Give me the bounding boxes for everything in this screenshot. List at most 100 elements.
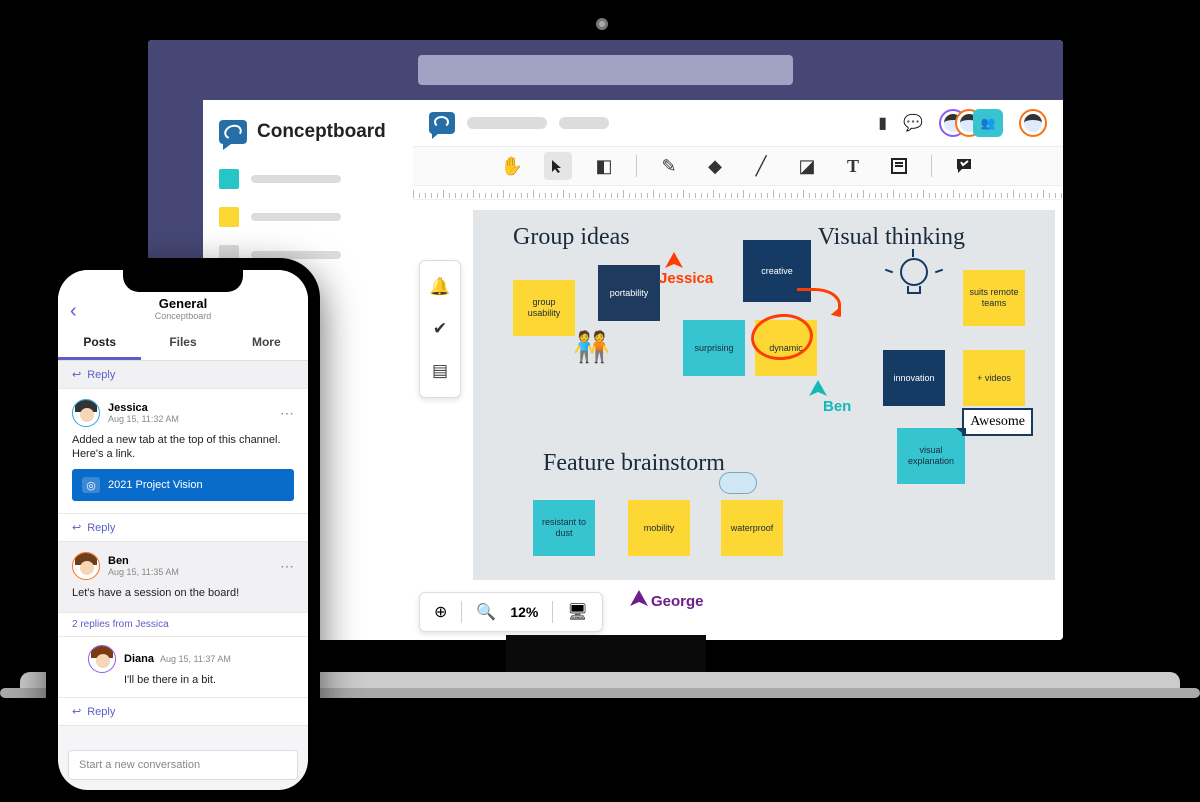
link-card[interactable]: ◎ 2021 Project Vision bbox=[72, 469, 294, 501]
canvas-toolbar: ✋ ◧ ✎ ◆ ╱ ◪ T bbox=[413, 146, 1063, 186]
replies-summary[interactable]: 2 replies from Jessica bbox=[58, 613, 308, 637]
post-jessica[interactable]: Jessica Aug 15, 11:32 AM ⋯ Added a new t… bbox=[58, 389, 308, 514]
lightbulb-sketch-icon bbox=[893, 258, 935, 300]
compass-icon[interactable]: ⊕ bbox=[434, 602, 447, 622]
breadcrumb-2[interactable] bbox=[559, 117, 609, 129]
post-time: Aug 15, 11:37 AM bbox=[160, 654, 231, 664]
note-plus-videos[interactable]: + videos bbox=[963, 350, 1025, 406]
ruler bbox=[413, 186, 1063, 200]
zoom-level[interactable]: 12% bbox=[510, 604, 538, 620]
avatar-jessica bbox=[72, 399, 100, 427]
bell-icon[interactable]: 🔔 bbox=[429, 277, 450, 297]
reply-arrow-icon: ↩ bbox=[72, 705, 81, 718]
outline-icon[interactable]: ▤ bbox=[432, 361, 448, 381]
heading-visual-thinking: Visual thinking bbox=[818, 224, 965, 251]
chat-icon[interactable]: 💬 bbox=[903, 113, 923, 133]
collaborators-more[interactable]: 👥 bbox=[973, 109, 1003, 137]
fit-screen-icon[interactable]: 🖥 bbox=[567, 602, 587, 622]
reply-button[interactable]: ↩Reply bbox=[58, 361, 308, 389]
avatar-diana bbox=[88, 645, 116, 673]
post-author: Jessica bbox=[108, 402, 179, 414]
sticky-note-tool[interactable] bbox=[885, 152, 913, 180]
link-title: 2021 Project Vision bbox=[108, 479, 203, 491]
canvas-area[interactable]: 🔔 ✔ ▤ Group ideas Visual thinking Featur… bbox=[413, 200, 1063, 640]
post-diana[interactable]: Diana Aug 15, 11:37 AM I'll be there in … bbox=[58, 637, 308, 698]
heading-group-ideas: Group ideas bbox=[513, 224, 630, 251]
tab-more[interactable]: More bbox=[225, 327, 308, 360]
text-tool[interactable]: T bbox=[839, 152, 867, 180]
teams-search-bar[interactable] bbox=[418, 55, 793, 85]
post-time: Aug 15, 11:35 AM bbox=[108, 567, 179, 577]
user-avatar[interactable] bbox=[1019, 109, 1047, 137]
phone-device: ‹ General Conceptboard Posts Files More … bbox=[46, 258, 320, 802]
monitor-camera bbox=[596, 18, 608, 30]
canvas-side-tools: 🔔 ✔ ▤ bbox=[419, 260, 461, 398]
cursor-ben-icon bbox=[807, 378, 829, 400]
breadcrumb-1[interactable] bbox=[467, 117, 547, 129]
cursor-jessica-label: Jessica bbox=[659, 270, 713, 287]
note-resistant[interactable]: resistant to dust bbox=[533, 500, 595, 556]
cursor-jessica-icon bbox=[663, 250, 685, 272]
note-suits-remote[interactable]: suits remote teams bbox=[963, 270, 1025, 326]
shape-tool[interactable]: ◪ bbox=[793, 152, 821, 180]
posts-list[interactable]: ↩Reply Jessica Aug 15, 11:32 AM ⋯ Added … bbox=[58, 361, 308, 742]
new-conversation-input[interactable]: Start a new conversation bbox=[68, 750, 298, 780]
post-body: I'll be there in a bit. bbox=[124, 673, 294, 687]
pointer-tool[interactable] bbox=[544, 152, 572, 180]
channel-subtitle: Conceptboard bbox=[58, 311, 308, 321]
note-surprising[interactable]: surprising bbox=[683, 320, 745, 376]
post-author: Ben bbox=[108, 555, 179, 567]
people-sketch-icon: 🧑‍🤝‍🧑 bbox=[573, 330, 610, 365]
post-author: Diana bbox=[124, 653, 154, 665]
post-ben[interactable]: Ben Aug 15, 11:35 AM ⋯ Let's have a sess… bbox=[58, 542, 308, 613]
conceptboard-logo-small-icon bbox=[429, 112, 455, 134]
comment-tool[interactable] bbox=[950, 152, 978, 180]
back-button[interactable]: ‹ bbox=[70, 300, 77, 323]
phone-screen: ‹ General Conceptboard Posts Files More … bbox=[58, 270, 308, 790]
cursor-ben-label: Ben bbox=[823, 398, 851, 415]
note-group-usability[interactable]: group usability bbox=[513, 280, 575, 336]
cursor-george-icon bbox=[628, 588, 650, 610]
avatar-ben bbox=[72, 552, 100, 580]
post-body: Added a new tab at the top of this chann… bbox=[72, 433, 294, 461]
approve-icon[interactable]: ✔ bbox=[433, 319, 447, 339]
conceptboard-link-icon: ◎ bbox=[82, 477, 100, 493]
reply-button[interactable]: ↩Reply bbox=[58, 514, 308, 542]
reply-arrow-icon: ↩ bbox=[72, 368, 81, 381]
line-tool[interactable]: ╱ bbox=[747, 152, 775, 180]
monitor-stand bbox=[506, 635, 706, 675]
hand-tool[interactable]: ✋ bbox=[498, 152, 526, 180]
marker-tool[interactable]: ◆ bbox=[701, 152, 729, 180]
tab-posts[interactable]: Posts bbox=[58, 327, 141, 360]
whiteboard[interactable]: Group ideas Visual thinking Feature brai… bbox=[473, 210, 1055, 580]
channel-title: General bbox=[58, 296, 308, 311]
eraser-tool[interactable]: ◧ bbox=[590, 152, 618, 180]
canvas-footer-controls: ⊕ 🔍 12% 🖥 bbox=[419, 592, 603, 632]
note-visual-explanation[interactable]: visual explanation bbox=[897, 428, 965, 484]
phone-notch bbox=[123, 270, 243, 292]
post-more-icon[interactable]: ⋯ bbox=[280, 405, 294, 422]
conceptboard-app: ▮ 💬 👥 ✋ ◧ ✎ ◆ ╱ ◪ T bbox=[413, 100, 1063, 640]
reply-button[interactable]: ↩Reply bbox=[58, 698, 308, 726]
app-name: Conceptboard bbox=[257, 121, 386, 143]
sidebar-item-1[interactable] bbox=[219, 169, 397, 189]
note-innovation[interactable]: innovation bbox=[883, 350, 945, 406]
heading-feature-brainstorm: Feature brainstorm bbox=[543, 450, 725, 477]
post-more-icon[interactable]: ⋯ bbox=[280, 558, 294, 575]
zoom-in-icon[interactable]: 🔍 bbox=[476, 602, 496, 622]
cursor-george-label: George bbox=[651, 593, 704, 610]
note-waterproof[interactable]: waterproof bbox=[721, 500, 783, 556]
tab-files[interactable]: Files bbox=[141, 327, 224, 360]
note-mobility[interactable]: mobility bbox=[628, 500, 690, 556]
awesome-bubble: Awesome bbox=[962, 408, 1033, 436]
red-arrow-annotation bbox=[797, 288, 841, 316]
note-portability[interactable]: portability bbox=[598, 265, 660, 321]
app-topbar: ▮ 💬 👥 bbox=[413, 100, 1063, 146]
conceptboard-logo-icon bbox=[219, 120, 247, 144]
post-time: Aug 15, 11:32 AM bbox=[108, 414, 179, 424]
pen-tool[interactable]: ✎ bbox=[655, 152, 683, 180]
sidebar-item-2[interactable] bbox=[219, 207, 397, 227]
present-icon[interactable]: ▮ bbox=[878, 113, 887, 133]
reply-arrow-icon: ↩ bbox=[72, 521, 81, 534]
cloud-sketch-icon bbox=[719, 472, 757, 494]
